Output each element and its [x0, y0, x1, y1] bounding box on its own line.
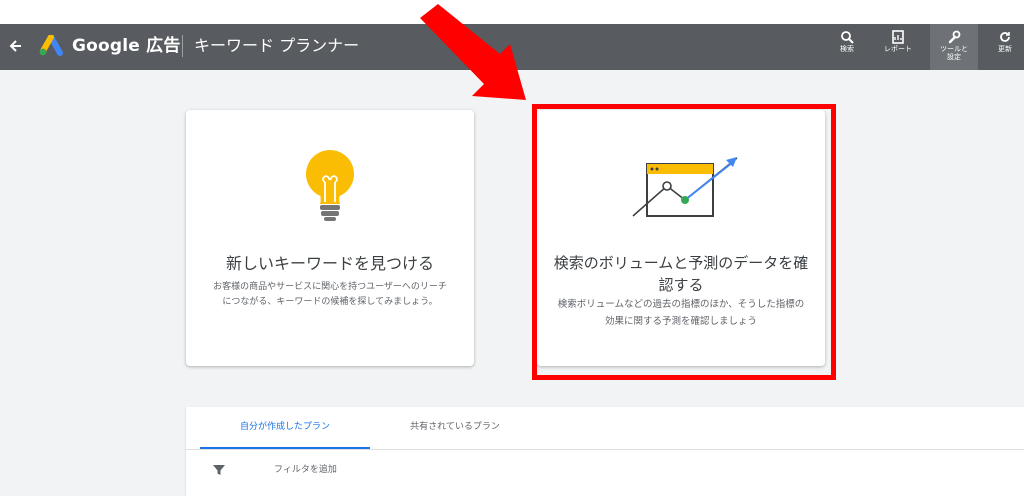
red-arrow-annotation — [420, 4, 526, 100]
tools-settings-button[interactable]: ツールと設定 — [930, 24, 978, 70]
tools-settings-label: ツールと設定 — [940, 45, 968, 61]
tab-shared-plans[interactable]: 共有されているプラン — [370, 407, 540, 449]
find-keywords-description: お客様の商品やサービスに関心を持つユーザーへのリーチにつながる、キーワードの候補… — [213, 282, 447, 307]
lightbulb-icon — [306, 150, 354, 221]
find-keywords-title: 新しいキーワードを見つける — [225, 254, 434, 273]
back-arrow-icon[interactable] — [6, 36, 26, 56]
brand-name[interactable]: Google 広告 — [72, 35, 181, 57]
main-content: 新しいキーワードを見つける お客様の商品やサービスに関心を持つユーザーへのリーチ… — [0, 70, 1024, 496]
search-icon — [841, 31, 854, 44]
refresh-icon — [1000, 32, 1010, 42]
refresh-tool-button[interactable]: 更新 — [986, 24, 1024, 70]
header-divider — [182, 35, 183, 57]
highlight-box — [532, 104, 836, 380]
report-tool-label: レポート — [884, 45, 912, 53]
wrench-icon — [948, 30, 961, 44]
report-icon — [892, 30, 904, 44]
filter-icon[interactable] — [212, 463, 226, 477]
google-ads-logo-icon — [39, 35, 63, 56]
report-tool-button[interactable]: レポート — [875, 24, 921, 70]
tab-my-plans[interactable]: 自分が作成したプラン — [200, 407, 370, 449]
page-title: キーワード プランナー — [194, 36, 360, 55]
search-tool-button[interactable]: 検索 — [824, 24, 870, 70]
tabs-divider — [186, 449, 1024, 450]
refresh-tool-label: 更新 — [998, 45, 1012, 53]
add-filter-link[interactable]: フィルタを追加 — [274, 463, 337, 477]
plans-panel: 自分が作成したプラン 共有されているプラン フィルタを追加 — [186, 407, 1024, 496]
search-tool-label: 検索 — [840, 45, 854, 53]
find-keywords-card[interactable]: 新しいキーワードを見つける お客様の商品やサービスに関心を持つユーザーへのリーチ… — [186, 110, 474, 366]
